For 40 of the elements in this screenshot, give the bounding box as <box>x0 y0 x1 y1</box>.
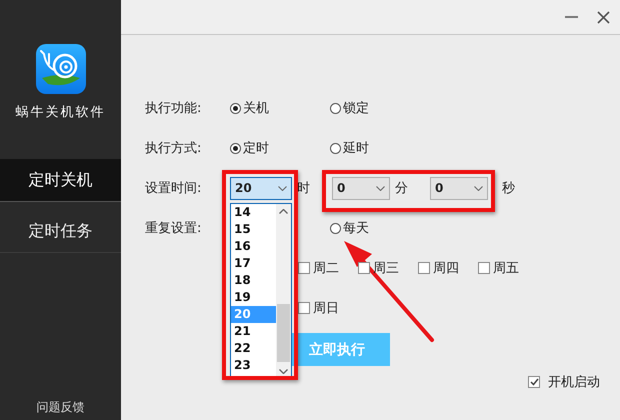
field-label: 执行方式: <box>145 140 202 157</box>
autostart-checkbox[interactable]: 开机启动 <box>528 373 600 391</box>
field-label: 设置时间: <box>145 180 202 197</box>
scroll-up-icon[interactable] <box>279 209 288 214</box>
field-label: 执行功能: <box>145 100 202 117</box>
scrollbar-thumb[interactable] <box>277 304 290 362</box>
weekday-checkbox[interactable]: 周四 <box>418 259 478 277</box>
chevron-down-icon <box>278 186 287 190</box>
field-label: 重复设置: <box>145 220 202 237</box>
unit-label: 时 <box>296 180 311 197</box>
radio-option[interactable]: 关机 <box>230 99 330 117</box>
dropdown-option[interactable]: 14 <box>231 204 276 221</box>
radio-option[interactable]: 每天 <box>330 219 430 237</box>
dropdown-option[interactable]: 19 <box>231 289 276 306</box>
weekday-checkbox[interactable]: 周三 <box>358 259 418 277</box>
dropdown-option[interactable]: 18 <box>231 272 276 289</box>
dropdown-field[interactable]: 20 <box>230 176 292 200</box>
chevron-down-icon <box>474 186 483 190</box>
close-icon[interactable] <box>597 10 610 24</box>
unit-label: 分 <box>394 180 409 197</box>
radio-option[interactable]: 定时 <box>230 139 330 157</box>
minimize-icon[interactable] <box>565 16 578 18</box>
dropdown-option[interactable]: 15 <box>231 221 276 238</box>
weekday-checkbox[interactable]: 周二 <box>298 259 358 277</box>
weekday-checkbox[interactable]: 周日 <box>298 299 358 317</box>
scroll-down-icon[interactable] <box>279 369 288 374</box>
checkmark-icon <box>530 378 538 386</box>
feedback-link[interactable]: 问题反馈 <box>36 399 84 416</box>
dropdown-option[interactable]: 17 <box>231 255 276 272</box>
chevron-down-icon <box>376 186 385 190</box>
app-name: 蜗牛关机软件 <box>16 104 106 121</box>
snail-logo-icon <box>36 44 86 94</box>
dropdown-option[interactable]: 16 <box>231 238 276 255</box>
radio-option[interactable]: 锁定 <box>330 99 430 117</box>
weekday-checkbox[interactable]: 周五 <box>478 259 538 277</box>
sidebar-item[interactable]: 定时关机 <box>0 159 121 202</box>
unit-label: 秒 <box>501 180 516 197</box>
dropdown-field[interactable]: 0 <box>430 176 488 200</box>
radio-option[interactable]: 延时 <box>330 139 430 157</box>
dropdown-field[interactable]: 0 <box>332 176 390 200</box>
